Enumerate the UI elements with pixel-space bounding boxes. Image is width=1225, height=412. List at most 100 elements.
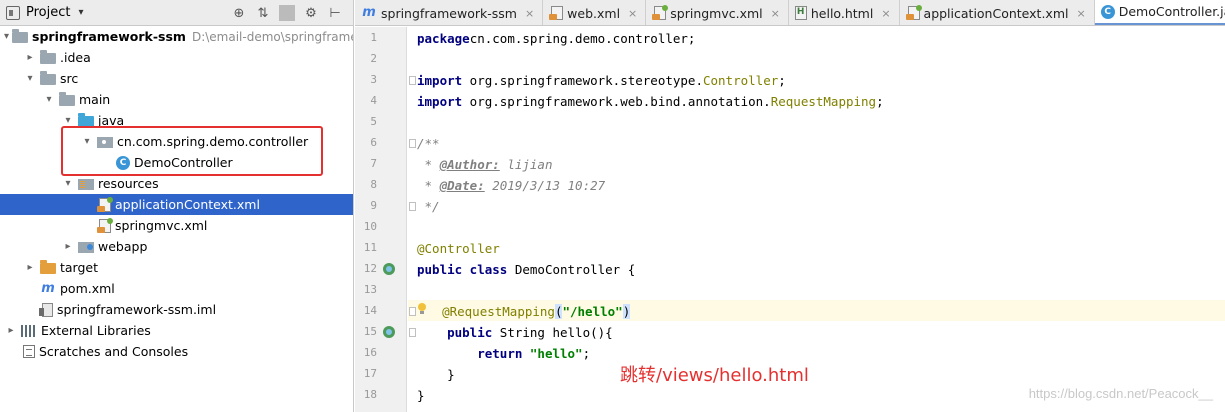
- code-token: @Controller: [417, 241, 500, 256]
- close-icon[interactable]: ×: [771, 7, 780, 20]
- code-token: package: [417, 31, 470, 46]
- code-line: }: [417, 385, 425, 406]
- tab-springframework-ssm[interactable]: m springframework-ssm ×: [355, 0, 544, 25]
- tree-item-main[interactable]: ▾ main: [0, 89, 353, 110]
- bean-gutter-icon[interactable]: [383, 326, 395, 338]
- project-panel-title[interactable]: Project: [26, 5, 70, 20]
- tab-label: applicationContext.xml: [923, 5, 1069, 21]
- maven-icon: m: [362, 5, 376, 20]
- code-editor[interactable]: 1 2 3 4 5 6 7 8 9 10 11 12 13 14 15 16 17 18 packagecn.co…: [355, 27, 1225, 412]
- tree-item-external-libraries[interactable]: ▸ External Libraries: [0, 320, 353, 341]
- folder-icon: [12, 29, 29, 43]
- line-number: 9: [370, 199, 377, 212]
- chevron-right-icon[interactable]: ▸: [23, 52, 37, 63]
- tree-item-label: pom.xml: [60, 281, 115, 296]
- intention-bulb-icon[interactable]: [417, 303, 427, 316]
- tab-label: springframework-ssm: [381, 5, 517, 21]
- chevron-down-icon[interactable]: ▾: [42, 94, 56, 105]
- code-token: return: [477, 346, 523, 361]
- tree-item-label: springmvc.xml: [115, 218, 208, 233]
- code-token: org.springframework.stereotype.: [462, 73, 703, 88]
- fold-marker-icon[interactable]: [409, 307, 416, 316]
- line-number: 10: [363, 220, 377, 233]
- tab-hello-html[interactable]: hello.html ×: [789, 0, 900, 25]
- tree-item-label: .idea: [60, 50, 91, 65]
- fold-marker-icon[interactable]: [409, 76, 416, 85]
- chevron-right-icon[interactable]: ▸: [61, 241, 75, 252]
- chevron-down-icon[interactable]: ▾: [23, 73, 37, 84]
- line-number: 6: [370, 136, 377, 149]
- xml-file-icon: [549, 6, 564, 20]
- tab-web-xml[interactable]: web.xml ×: [543, 0, 647, 25]
- tab-springmvc-xml[interactable]: springmvc.xml ×: [646, 0, 789, 25]
- line-number: 3: [370, 73, 377, 86]
- tree-item-webapp[interactable]: ▸ webapp: [0, 236, 353, 257]
- project-panel: Project ▾ ⊕ ⇅ ⚙ ⊢ ▾ springframework-ssm D:…: [0, 0, 354, 412]
- collapse-all-icon[interactable]: ⇅: [255, 6, 271, 21]
- close-icon[interactable]: ×: [881, 7, 890, 20]
- tree-item-springframework-ssm[interactable]: ▾ springframework-ssm D:\email-demo\spring…: [0, 26, 353, 47]
- chevron-down-icon[interactable]: ▾: [61, 178, 75, 189]
- project-panel-header[interactable]: Project ▾ ⊕ ⇅ ⚙ ⊢: [0, 0, 353, 26]
- chevron-right-icon[interactable]: ▸: [23, 262, 37, 273]
- scratches-icon: [23, 345, 35, 358]
- chevron-down-icon[interactable]: ▾: [78, 7, 83, 18]
- tree-item-democontroller[interactable]: C DemoController: [0, 152, 353, 173]
- tree-item-label: Scratches and Consoles: [39, 344, 189, 359]
- line-number: 7: [370, 157, 377, 170]
- code-token: @RequestMapping: [442, 304, 555, 319]
- tree-item-cn-com-spring-demo-controller[interactable]: ▾ cn.com.spring.demo.controller: [0, 131, 353, 152]
- tree-item-pom-xml[interactable]: m pom.xml: [0, 278, 353, 299]
- hide-panel-icon[interactable]: ⊢: [327, 6, 343, 21]
- tree-item-springframework-ssm-iml[interactable]: springframework-ssm.iml: [0, 299, 353, 320]
- close-icon[interactable]: ×: [628, 7, 637, 20]
- close-icon[interactable]: ×: [525, 7, 534, 20]
- tree-item-springmvc-xml[interactable]: springmvc.xml: [0, 215, 353, 236]
- close-icon[interactable]: ×: [1076, 7, 1085, 20]
- module-file-icon: [39, 302, 53, 317]
- tree-item-label: External Libraries: [41, 323, 151, 338]
- line-number: 14: [363, 304, 377, 317]
- chevron-down-icon[interactable]: ▾: [61, 115, 75, 126]
- bean-gutter-icon[interactable]: [383, 263, 395, 275]
- editor-tab-bar: m springframework-ssm × web.xml × springmvc.x…: [355, 0, 1225, 26]
- tree-item-target[interactable]: ▸ target: [0, 257, 353, 278]
- code-line: import org.springframework.web.bind.anno…: [417, 91, 884, 112]
- code-token: lijian: [499, 157, 553, 172]
- code-token: public: [447, 325, 493, 340]
- code-token: /**: [417, 136, 440, 151]
- code-token: }: [417, 388, 425, 403]
- tab-democontroller-java[interactable]: CDemoController.java×: [1094, 0, 1225, 25]
- code-token: DemoController {: [507, 262, 636, 277]
- chevron-right-icon[interactable]: ▸: [4, 325, 18, 336]
- tree-item-scratches-and-consoles[interactable]: Scratches and Consoles: [0, 341, 353, 362]
- tree-item-resources[interactable]: ▾ resources: [0, 173, 353, 194]
- maven-icon: m: [41, 280, 55, 296]
- gear-icon[interactable]: ⚙: [303, 6, 319, 21]
- tab-label: springmvc.xml: [670, 5, 763, 21]
- code-token: 2019/3/13 10:27: [484, 178, 606, 193]
- chevron-down-icon[interactable]: ▾: [80, 136, 94, 147]
- tree-item-src[interactable]: ▾ src: [0, 68, 353, 89]
- code-token: public class: [417, 262, 508, 277]
- tree-item-idea[interactable]: ▸ .idea: [0, 47, 353, 68]
- line-number: 18: [363, 388, 377, 401]
- fold-marker-icon[interactable]: [409, 328, 416, 337]
- source-folder-icon: [78, 113, 94, 127]
- tree-item-java[interactable]: ▾ java: [0, 110, 353, 131]
- locate-icon[interactable]: ⊕: [231, 6, 247, 21]
- line-number: 13: [363, 283, 377, 296]
- tree-item-applicationcontext-xml[interactable]: applicationContext.xml: [0, 194, 353, 215]
- fold-marker-icon[interactable]: [409, 202, 416, 211]
- line-number: 8: [370, 178, 377, 191]
- chevron-down-icon[interactable]: ▾: [4, 31, 9, 42]
- code-token: String hello(){: [492, 325, 613, 340]
- java-class-icon: C: [1100, 4, 1115, 19]
- code-token: ;: [876, 94, 884, 109]
- java-class-icon: C: [116, 155, 130, 170]
- tab-applicationcontext-xml[interactable]: applicationContext.xml ×: [900, 0, 1095, 25]
- fold-marker-icon[interactable]: [409, 139, 416, 148]
